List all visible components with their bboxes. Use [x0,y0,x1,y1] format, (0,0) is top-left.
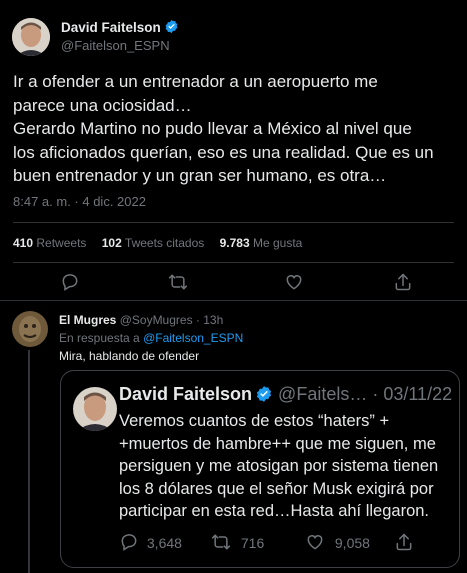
share-button[interactable] [393,272,415,294]
likes-label: Me gusta [253,236,303,250]
like-button[interactable] [284,272,306,294]
quoted-text-line: los 8 dólares que el señor Musk exigirá … [119,479,434,498]
stats-row: 410 Retweets 102 Tweets citados 9.783 Me… [13,236,302,250]
quoted-retweet-stat: 716 [211,532,264,552]
quoted-text-line: Veremos cuantos de estos “haters” + [119,412,390,430]
verified-badge-icon [164,19,179,34]
reply-prefix: En respuesta a [59,331,140,345]
divider [13,262,454,263]
quoted-date: · 03/11/22 [372,384,453,404]
quoted-text: Veremos cuantos de estos “haters” + +mue… [119,410,438,523]
reply-time[interactable]: · 13h [196,313,223,327]
quoted-text-line: participar en esta red…Hasta ahí llegaro… [119,502,430,520]
divider [0,300,467,301]
quoted-header: David Faitelson @Faitels… · 03/11/22 [119,384,452,405]
retweet-icon [211,532,231,552]
tweet-timestamp[interactable]: 8:47 a. m. · 4 dic. 2022 [13,194,146,209]
retweets-stat[interactable]: 410 Retweets [13,236,86,250]
reply-to-link[interactable]: @Faitelson_ESPN [143,331,243,345]
like-icon [305,532,325,552]
author-name[interactable]: David Faitelson [61,20,161,35]
author-handle[interactable]: @Faitelson_ESPN [61,38,170,53]
retweets-label: Retweets [36,236,87,250]
reply-text: Mira, hablando de ofender [59,349,200,363]
quotes-count: 102 [101,236,122,250]
reply-author-avatar[interactable] [12,311,48,347]
tweet-text-line: Ir a ofender a un entrenador a un aeropu… [13,72,378,91]
likes-count: 9.783 [219,236,250,250]
quoted-text-line: +muertos de hambre++ que me siguen, me [119,434,436,453]
reply-icon [119,532,139,552]
reply-button[interactable] [60,272,82,294]
thread-line [28,350,30,573]
quotes-label: Tweets citados [124,236,205,250]
quoted-reply-stat: 3,648 [119,532,182,552]
author-avatar[interactable] [12,18,50,56]
retweet-icon [168,274,188,290]
reply-author-handle[interactable]: @SoyMugres [120,313,193,327]
reply-author-name[interactable]: El Mugres [59,313,116,327]
tweet-text: Ir a ofender a un entrenador a un aeropu… [13,70,434,188]
quoted-author-avatar [73,387,117,431]
reply-header: El Mugres @SoyMugres · 13h [59,313,223,327]
verified-badge-icon [255,385,273,403]
retweet-button[interactable] [168,272,190,294]
quoted-author-handle: @Faitels… [278,384,368,404]
tweet-text-line: buen entrenador y un gran ser humano, es… [13,166,387,185]
quoted-like-stat: 9,058 [305,532,370,552]
quoted-retweets-count: 716 [240,535,265,551]
quoted-replies-count: 3,648 [146,535,182,551]
likes-stat[interactable]: 9.783 Me gusta [220,236,303,250]
quoted-author-name: David Faitelson [119,384,253,404]
author-name-row[interactable]: David Faitelson [61,19,179,35]
tweet-text-line: los aficionados querían, eso es una real… [13,142,434,162]
reply-context: En respuesta a @Faitelson_ESPN [59,331,243,345]
share-icon [394,532,414,552]
quoted-text-line: persiguen y me atosigan por sistema tien… [119,457,439,475]
reply-icon [62,274,78,291]
quoted-likes-count: 9,058 [334,535,370,551]
tweet-text-line: parece una ociosidad… [13,95,192,115]
quotes-stat[interactable]: 102 Tweets citados [102,236,205,250]
tweet-text-line: Gerardo Martino no pudo llevar a México … [13,119,412,138]
quoted-tweet-card[interactable]: David Faitelson @Faitels… · 03/11/22 Ver… [60,370,460,568]
divider [13,222,454,223]
like-icon [286,275,302,290]
share-icon [395,273,411,291]
retweets-count: 410 [13,236,34,250]
